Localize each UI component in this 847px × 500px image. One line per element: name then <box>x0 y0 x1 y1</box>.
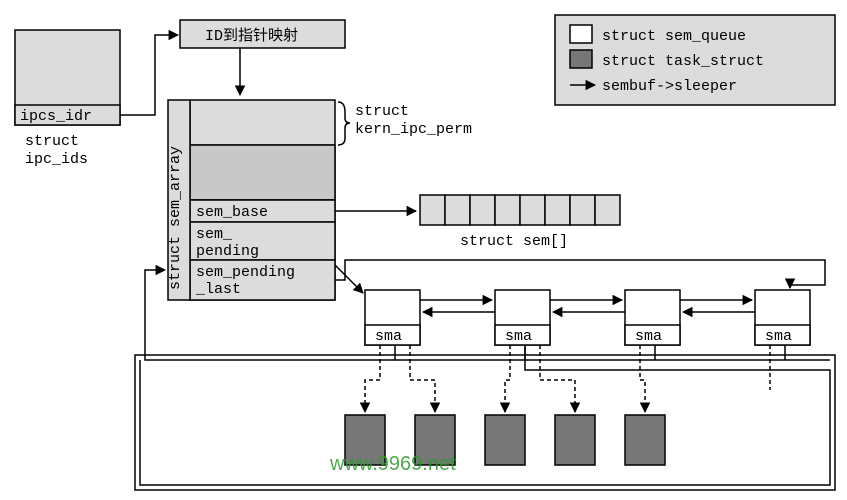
id-mapping-label: ID到指针映射 <box>205 27 298 45</box>
arrow-pending-to-q1 <box>335 265 363 293</box>
svg-text:sma: sma <box>635 328 662 345</box>
svg-text:sma: sma <box>765 328 792 345</box>
svg-text:sma: sma <box>375 328 402 345</box>
sem-pending-l2: pending <box>196 243 259 260</box>
ipc-ids-l1: struct <box>25 133 79 150</box>
sem-pending-last-l2: _last <box>195 281 241 298</box>
sem-pending-last-l1: sem_pending <box>196 264 295 281</box>
ipcs-idr-label: ipcs_idr <box>20 108 92 125</box>
legend-sem-queue: struct sem_queue <box>602 28 746 45</box>
kern-ipc-l1: struct <box>355 103 409 120</box>
sem-array-vlabel: struct sem_array <box>167 146 184 290</box>
svg-text:sma: sma <box>505 328 532 345</box>
sem-queue-1: sma <box>365 290 420 345</box>
legend-task-struct: struct task_struct <box>602 53 764 70</box>
sem-array-box: sem_base sem_ pending sem_pending _last … <box>167 100 335 300</box>
ipc-ids-box: ipcs_idr struct ipc_ids <box>15 30 120 168</box>
sem-queue-3: sma <box>625 290 680 345</box>
sem-queue-2: sma <box>495 290 550 345</box>
kern-ipc-l2: kern_ipc_perm <box>355 121 472 138</box>
watermark-text: www.9969.net <box>329 453 456 475</box>
legend-box: struct sem_queue struct task_struct semb… <box>555 15 835 105</box>
id-mapping-box: ID到指针映射 <box>180 20 345 48</box>
sem-array-label: struct sem[] <box>460 233 568 250</box>
diagram: struct sem_queue struct task_struct semb… <box>0 0 847 500</box>
sem-base-label: sem_base <box>196 204 268 221</box>
sem-queue-4: sma <box>755 290 810 345</box>
brace-icon <box>338 102 350 145</box>
sem-pending-l1: sem_ <box>196 226 233 243</box>
sem-array-cells: struct sem[] <box>420 195 620 250</box>
legend-sleeper: sembuf->sleeper <box>602 78 737 95</box>
arrow-pendinglast-to-q4 <box>335 260 825 288</box>
ipc-ids-l2: ipc_ids <box>25 151 88 168</box>
